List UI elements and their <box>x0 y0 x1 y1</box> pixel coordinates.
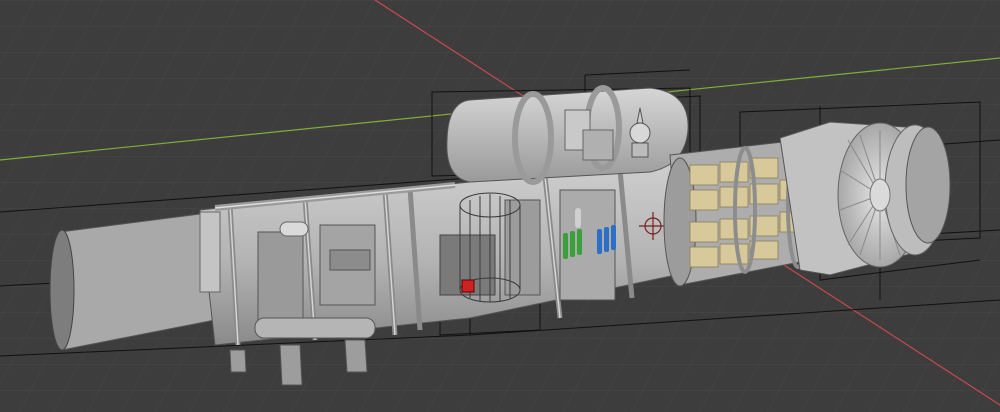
viewport-canvas[interactable] <box>0 0 1000 412</box>
upper-pressure-tank <box>446 85 689 185</box>
blue-gas-tanks <box>597 225 616 254</box>
3d-viewport[interactable] <box>0 0 1000 412</box>
turbine-end <box>779 121 951 276</box>
red-marker <box>461 279 475 293</box>
